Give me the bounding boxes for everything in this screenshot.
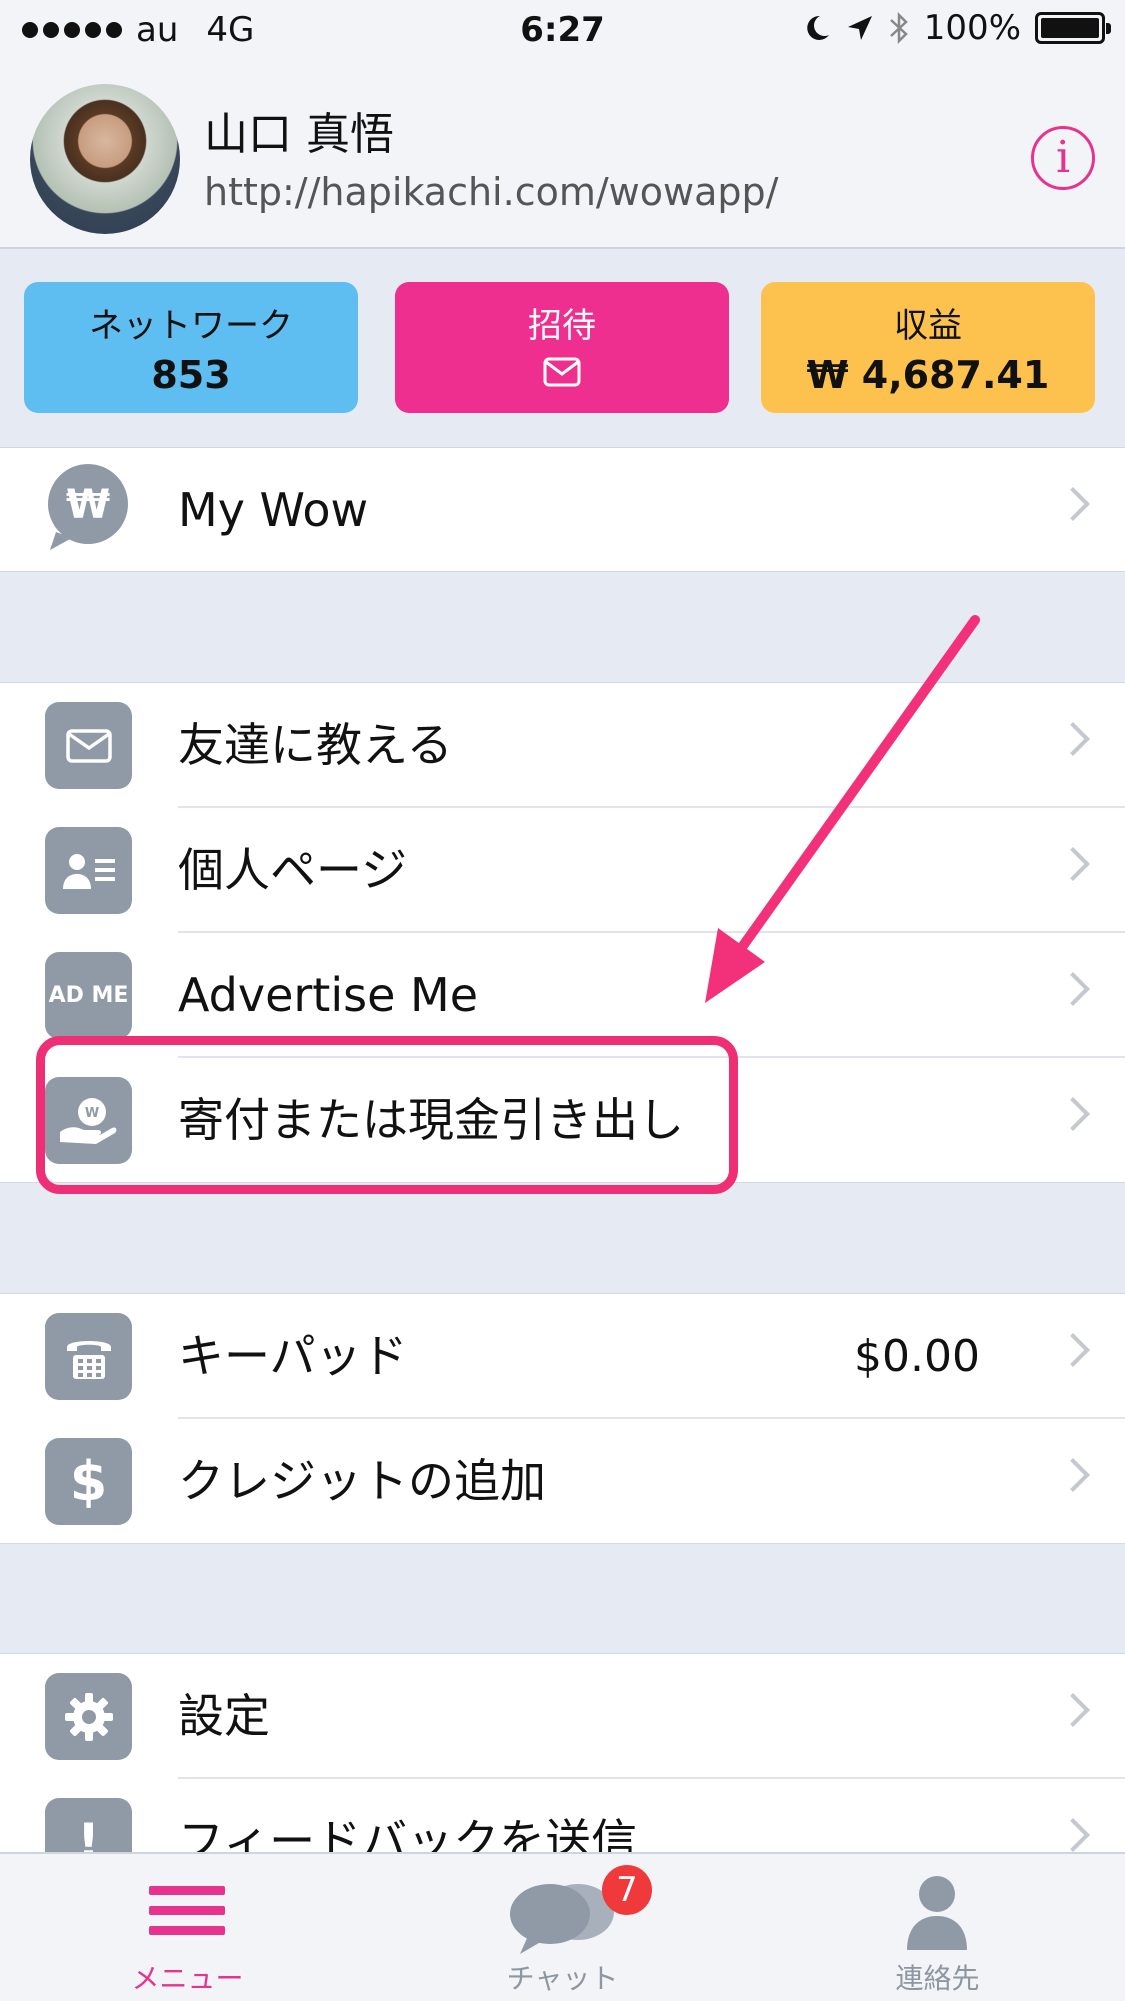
dollar-icon: $ [45, 1438, 132, 1525]
earnings-value: ₩ 4,687.41 [806, 353, 1050, 397]
profile-header[interactable]: 山口 真悟 http://hapikachi.com/wowapp/ i [0, 62, 1125, 249]
envelope-icon [543, 357, 581, 387]
chevron-right-icon [1056, 1693, 1090, 1727]
chevron-right-icon [1056, 847, 1090, 881]
menu-item-add-credit[interactable]: $ クレジットの追加 [0, 1419, 1125, 1544]
network-card[interactable]: ネットワーク 853 [24, 282, 358, 413]
chat-badge: 7 [602, 1865, 652, 1915]
status-bar: au 4G 6:27 100% [0, 0, 1125, 62]
chevron-right-icon [1056, 972, 1090, 1006]
tab-menu[interactable]: メニュー [0, 1854, 375, 2001]
ad-me-icon: AD ME [45, 952, 132, 1039]
keypad-balance: $0.00 [854, 1331, 980, 1382]
avatar[interactable] [30, 84, 180, 234]
menu-item-label: クレジットの追加 [178, 1454, 546, 1508]
menu-item-label: キーパッド [178, 1329, 408, 1383]
stat-cards: ネットワーク 853 招待 収益 ₩ 4,687.41 [0, 249, 1125, 447]
menu-item-tell-friends[interactable]: 友達に教える [0, 683, 1125, 808]
wow-chat-icon: ₩ [42, 462, 134, 554]
tab-chat[interactable]: チャット [375, 1854, 750, 2001]
tab-label: メニュー [131, 1962, 244, 1995]
battery-icon [1035, 12, 1111, 44]
earnings-card[interactable]: 収益 ₩ 4,687.41 [761, 282, 1095, 413]
chevron-right-icon [1056, 1458, 1090, 1492]
battery-percent: 100% [923, 8, 1021, 48]
profile-name: 山口 真悟 [204, 109, 394, 160]
tab-label: 連絡先 [895, 1962, 980, 1995]
chevron-right-icon [1056, 1097, 1090, 1131]
tab-bar: メニュー チャット 7 連絡先 [0, 1852, 1125, 2001]
tab-contacts[interactable]: 連絡先 [750, 1854, 1125, 2001]
tab-label: チャット [506, 1962, 619, 1995]
menu-item-label: 個人ページ [178, 843, 408, 897]
earnings-label: 収益 [894, 306, 962, 346]
info-icon[interactable]: i [1031, 126, 1095, 190]
location-icon [847, 16, 872, 40]
invite-label: 招待 [528, 306, 596, 346]
chevron-right-icon [1056, 722, 1090, 756]
exclamation-icon: ! [45, 1798, 132, 1852]
menu-item-label: 友達に教える [178, 718, 453, 772]
bluetooth-icon [889, 11, 908, 45]
section-mywow: ₩ My Wow [0, 447, 1125, 572]
highlight-box [36, 1036, 738, 1194]
section-settings: 設定 ! フィードバックを送信 [0, 1653, 1125, 1852]
menu-item-label: My Wow [178, 483, 369, 537]
menu-item-personal-page[interactable]: 個人ページ [0, 808, 1125, 933]
menu-item-feedback[interactable]: ! フィードバックを送信 [0, 1779, 1125, 1852]
gear-icon [45, 1673, 132, 1760]
section-calls: キーパッド $0.00 $ クレジットの追加 [0, 1293, 1125, 1544]
moon-icon [807, 15, 829, 40]
chevron-right-icon [1056, 1818, 1090, 1852]
network-count: 853 [151, 353, 231, 397]
contact-card-icon [45, 827, 132, 914]
network-label: ネットワーク [89, 306, 293, 346]
person-icon [907, 1876, 967, 1950]
chevron-right-icon [1056, 1333, 1090, 1367]
chevron-right-icon [1056, 487, 1090, 521]
phone-keypad-icon [45, 1313, 132, 1400]
invite-card[interactable]: 招待 [395, 282, 729, 413]
menu-item-label: フィードバックを送信 [178, 1814, 638, 1852]
hamburger-icon [149, 1886, 225, 1935]
menu-item-my-wow[interactable]: ₩ My Wow [0, 448, 1125, 573]
profile-url[interactable]: http://hapikachi.com/wowapp/ [204, 170, 778, 214]
menu-item-settings[interactable]: 設定 [0, 1654, 1125, 1779]
menu-item-keypad[interactable]: キーパッド $0.00 [0, 1294, 1125, 1419]
menu-item-label: 設定 [178, 1689, 270, 1743]
envelope-icon [45, 702, 132, 789]
svg-text:₩: ₩ [66, 482, 110, 528]
